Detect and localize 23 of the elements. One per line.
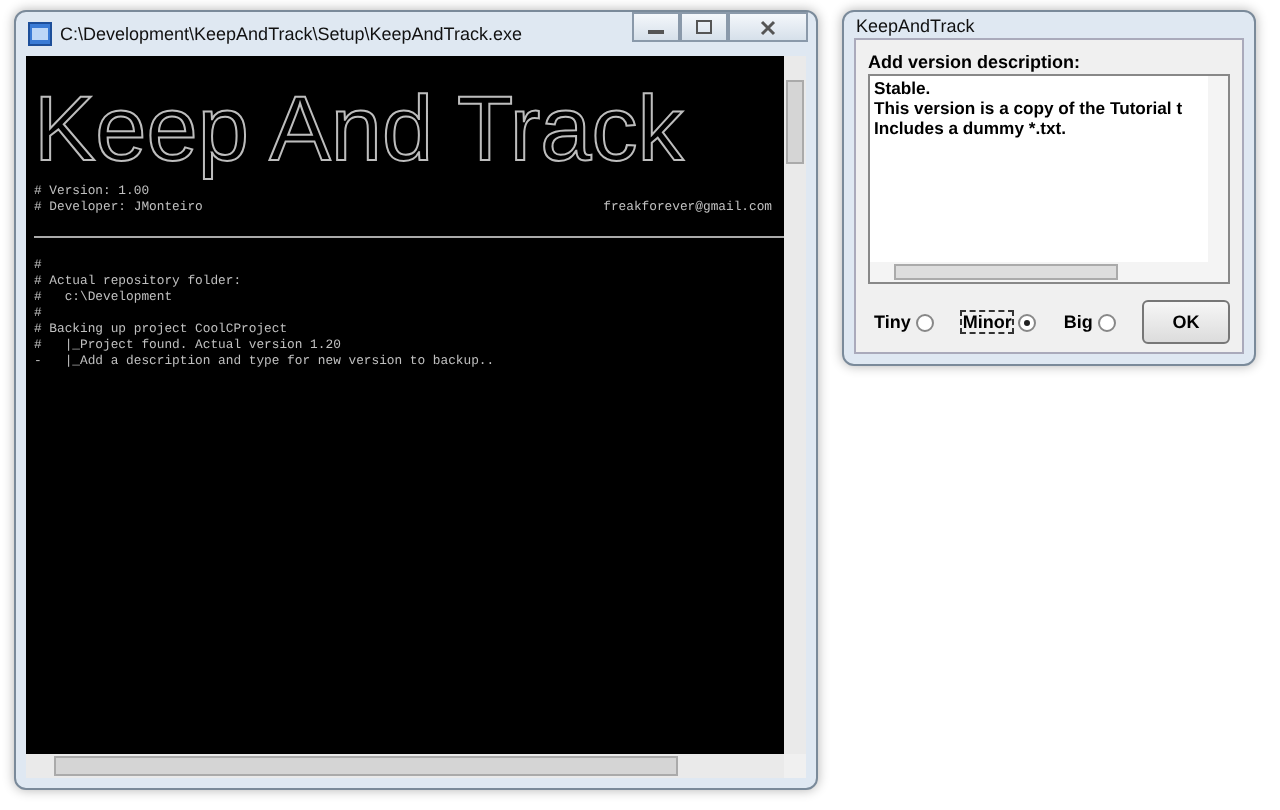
version-radio[interactable]: Tiny: [868, 308, 941, 336]
description-label: Add version description:: [868, 52, 1083, 72]
description-line: This version is a copy of the Tutorial t: [874, 98, 1185, 118]
minimize-button[interactable]: [632, 12, 680, 42]
description-line: Includes a dummy *.txt.: [874, 118, 1068, 138]
window-title: C:\Development\KeepAndTrack\Setup\KeepAndTrack.exe: [60, 24, 522, 44]
maximize-button[interactable]: [680, 12, 728, 42]
close-button[interactable]: [728, 12, 808, 42]
close-icon: [760, 19, 776, 35]
vertical-scrollbar[interactable]: [784, 56, 806, 754]
description-field[interactable]: Stable. This version is a copy of the Tutorial t Includes a dummy *.txt.: [868, 74, 1230, 284]
maximize-icon: [696, 20, 712, 34]
dialog-title: KeepAndTrack: [856, 15, 975, 35]
ok-button[interactable]: OK: [1142, 300, 1230, 344]
console-app-icon: [28, 22, 52, 46]
horizontal-scrollbar[interactable]: [870, 262, 1228, 282]
version-radio[interactable]: Minor: [956, 308, 1042, 336]
horizontal-scrollbar[interactable]: [26, 754, 784, 778]
scroll-thumb[interactable]: [894, 264, 1118, 280]
version-radio[interactable]: Big: [1057, 308, 1123, 336]
description-line: Stable.: [874, 78, 933, 98]
banner-title: Keep And Track: [34, 74, 684, 184]
vertical-scrollbar[interactable]: [1208, 76, 1228, 262]
